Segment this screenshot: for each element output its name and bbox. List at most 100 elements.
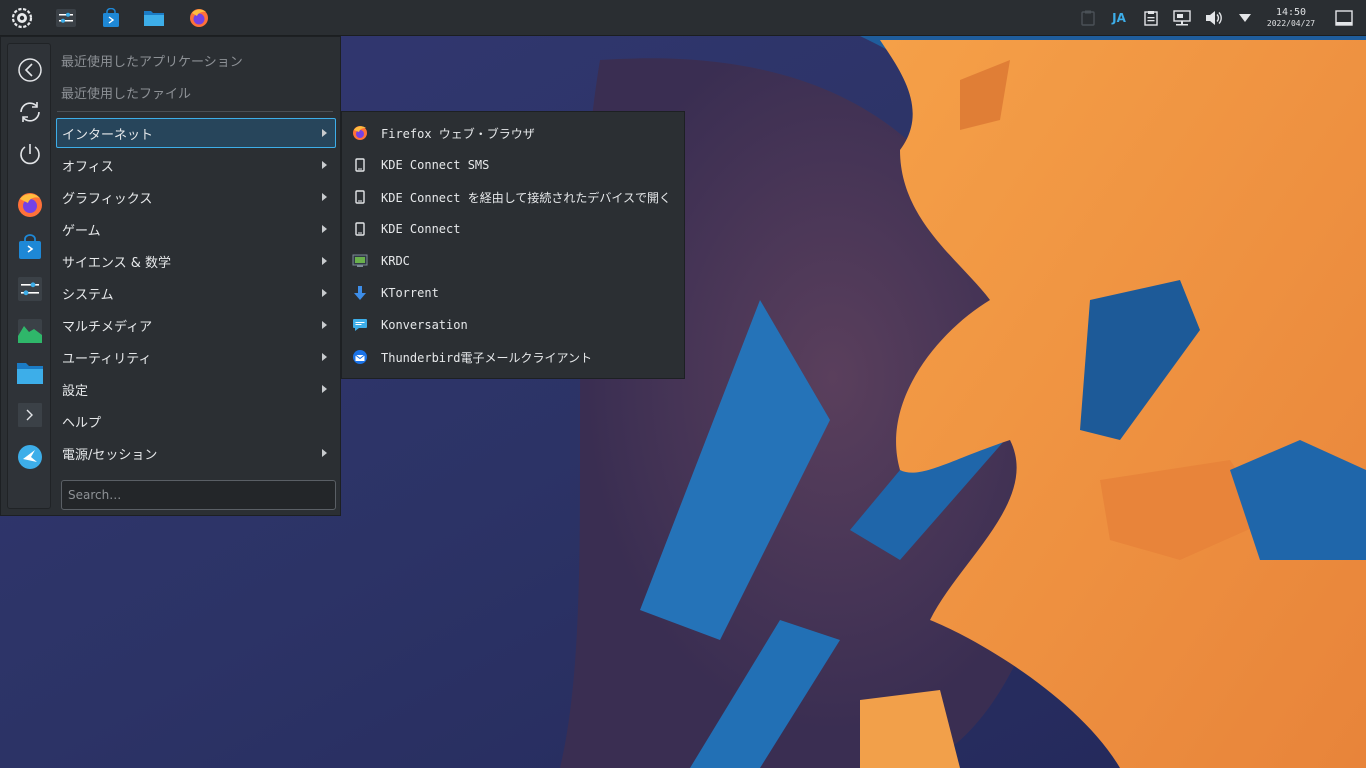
phone-icon <box>355 158 365 172</box>
firefox-taskbar-button[interactable] <box>185 4 213 32</box>
category-label: ゲーム <box>62 223 101 239</box>
category-help[interactable]: ヘルプ <box>56 406 336 436</box>
category-power-session[interactable]: 電源/セッション <box>56 438 336 468</box>
system-monitor-icon <box>18 319 42 343</box>
network-tray-button[interactable] <box>1168 4 1196 32</box>
submenu-item-label: KRDC <box>381 254 410 268</box>
kde-logo-icon <box>11 7 33 29</box>
folder-icon <box>17 363 43 384</box>
tray-expand-button[interactable] <box>1231 4 1259 32</box>
switch-user-button[interactable] <box>13 95 47 129</box>
category-label: ユーティリティ <box>62 351 152 367</box>
submenu-arrow-icon <box>322 321 327 329</box>
submenu-item-konversation[interactable]: Konversation <box>348 310 682 340</box>
submenu-item-kdeconnect[interactable]: KDE Connect <box>348 214 682 244</box>
category-office[interactable]: オフィス <box>56 150 336 180</box>
submenu-arrow-icon <box>322 225 327 233</box>
firefox-icon <box>190 9 208 27</box>
download-icon <box>354 286 366 300</box>
category-label: ヘルプ <box>62 415 102 431</box>
submenu-arrow-icon <box>322 353 327 361</box>
submenu-item-ktorrent[interactable]: KTorrent <box>348 278 682 308</box>
favorite-discover[interactable] <box>13 230 47 264</box>
category-utilities[interactable]: ユーティリティ <box>56 342 336 372</box>
application-launcher-button[interactable] <box>8 4 36 32</box>
remote-desktop-icon <box>352 254 368 267</box>
category-label: マルチメディア <box>62 319 153 335</box>
terminal-icon <box>18 403 42 427</box>
discover-taskbar-button[interactable] <box>97 4 125 32</box>
submenu-item-label: Konversation <box>381 318 468 332</box>
submenu-item-label: Firefox ウェブ・ブラウザ <box>381 126 535 141</box>
category-label: オフィス <box>62 159 114 175</box>
category-multimedia[interactable]: マルチメディア <box>56 310 336 340</box>
shopping-bag-icon <box>103 8 119 27</box>
power-icon <box>20 144 40 165</box>
favorite-firefox[interactable] <box>13 188 47 222</box>
search-input[interactable] <box>61 480 336 510</box>
internet-submenu: Firefox ウェブ・ブラウザ KDE Connect SMS KDE Con… <box>341 111 685 379</box>
submenu-item-kdeconnect-open[interactable]: KDE Connect を経由して接続されたデバイスで開く <box>348 182 682 212</box>
recent-applications-item[interactable]: 最近使用したアプリケーション <box>61 51 243 70</box>
shopping-bag-icon <box>19 234 41 259</box>
input-method-label: JA <box>1112 11 1126 25</box>
speaker-volume-icon <box>1206 11 1222 25</box>
submenu-arrow-icon <box>322 289 327 297</box>
phone-icon <box>355 190 365 204</box>
shutdown-button[interactable] <box>13 137 47 171</box>
submenu-arrow-icon <box>322 129 327 137</box>
network-wired-icon <box>1173 10 1191 26</box>
category-label: インターネット <box>62 127 154 143</box>
category-label: 設定 <box>62 383 89 399</box>
submenu-arrow-icon <box>322 385 327 393</box>
category-internet[interactable]: インターネット <box>56 118 336 148</box>
clipboard-tray-button[interactable] <box>1074 4 1102 32</box>
category-label: グラフィックス <box>62 191 153 207</box>
submenu-item-firefox[interactable]: Firefox ウェブ・ブラウザ <box>348 118 682 148</box>
submenu-item-label: KDE Connect <box>381 222 461 236</box>
category-science-math[interactable]: サイエンス & 数学 <box>56 246 336 276</box>
show-desktop-button[interactable] <box>1330 4 1358 32</box>
dolphin-taskbar-button[interactable] <box>140 4 168 32</box>
submenu-item-thunderbird[interactable]: Thunderbird電子メールクライアント <box>348 342 682 372</box>
volume-tray-button[interactable] <box>1200 4 1228 32</box>
klipper-tray-button[interactable] <box>1137 4 1165 32</box>
submenu-item-krdc[interactable]: KRDC <box>348 246 682 276</box>
favorite-system-settings[interactable] <box>13 272 47 306</box>
category-label: システム <box>62 287 114 303</box>
top-panel: JA 14:50 2022/04/27 <box>0 0 1366 36</box>
submenu-item-label: KTorrent <box>381 286 439 300</box>
favorite-welcome-center[interactable] <box>13 440 47 474</box>
triangle-down-icon <box>1239 14 1251 22</box>
submenu-arrow-icon <box>322 193 327 201</box>
digital-clock[interactable]: 14:50 2022/04/27 <box>1262 7 1320 29</box>
submenu-arrow-icon <box>322 257 327 265</box>
category-settings[interactable]: 設定 <box>56 374 336 404</box>
phone-icon <box>355 222 365 236</box>
input-method-tray-button[interactable]: JA <box>1105 4 1133 32</box>
category-games[interactable]: ゲーム <box>56 214 336 244</box>
kde-welcome-icon <box>18 445 42 469</box>
favorite-konsole[interactable] <box>13 398 47 432</box>
system-settings-taskbar-button[interactable] <box>52 4 80 32</box>
application-menu: 最近使用したアプリケーション 最近使用したファイル インターネット オフィス グ… <box>0 36 341 516</box>
firefox-icon <box>353 126 367 140</box>
firefox-icon <box>18 193 42 217</box>
submenu-item-kdeconnect-sms[interactable]: KDE Connect SMS <box>348 150 682 180</box>
category-label: 電源/セッション <box>62 447 158 463</box>
submenu-item-label: KDE Connect を経由して接続されたデバイスで開く <box>381 190 671 205</box>
menu-separator <box>57 111 333 112</box>
category-system[interactable]: システム <box>56 278 336 308</box>
category-graphics[interactable]: グラフィックス <box>56 182 336 212</box>
thunderbird-icon <box>353 350 367 364</box>
submenu-item-label: Thunderbird電子メールクライアント <box>381 350 592 365</box>
recent-files-item[interactable]: 最近使用したファイル <box>61 83 191 102</box>
refresh-cycle-icon <box>20 102 40 122</box>
clipboard-icon <box>1081 10 1095 26</box>
back-button[interactable] <box>13 53 47 87</box>
submenu-arrow-icon <box>322 161 327 169</box>
back-arrow-icon <box>18 58 42 82</box>
favorite-dolphin[interactable] <box>13 356 47 390</box>
favorite-system-monitor[interactable] <box>13 314 47 348</box>
clock-time: 14:50 <box>1275 7 1307 18</box>
